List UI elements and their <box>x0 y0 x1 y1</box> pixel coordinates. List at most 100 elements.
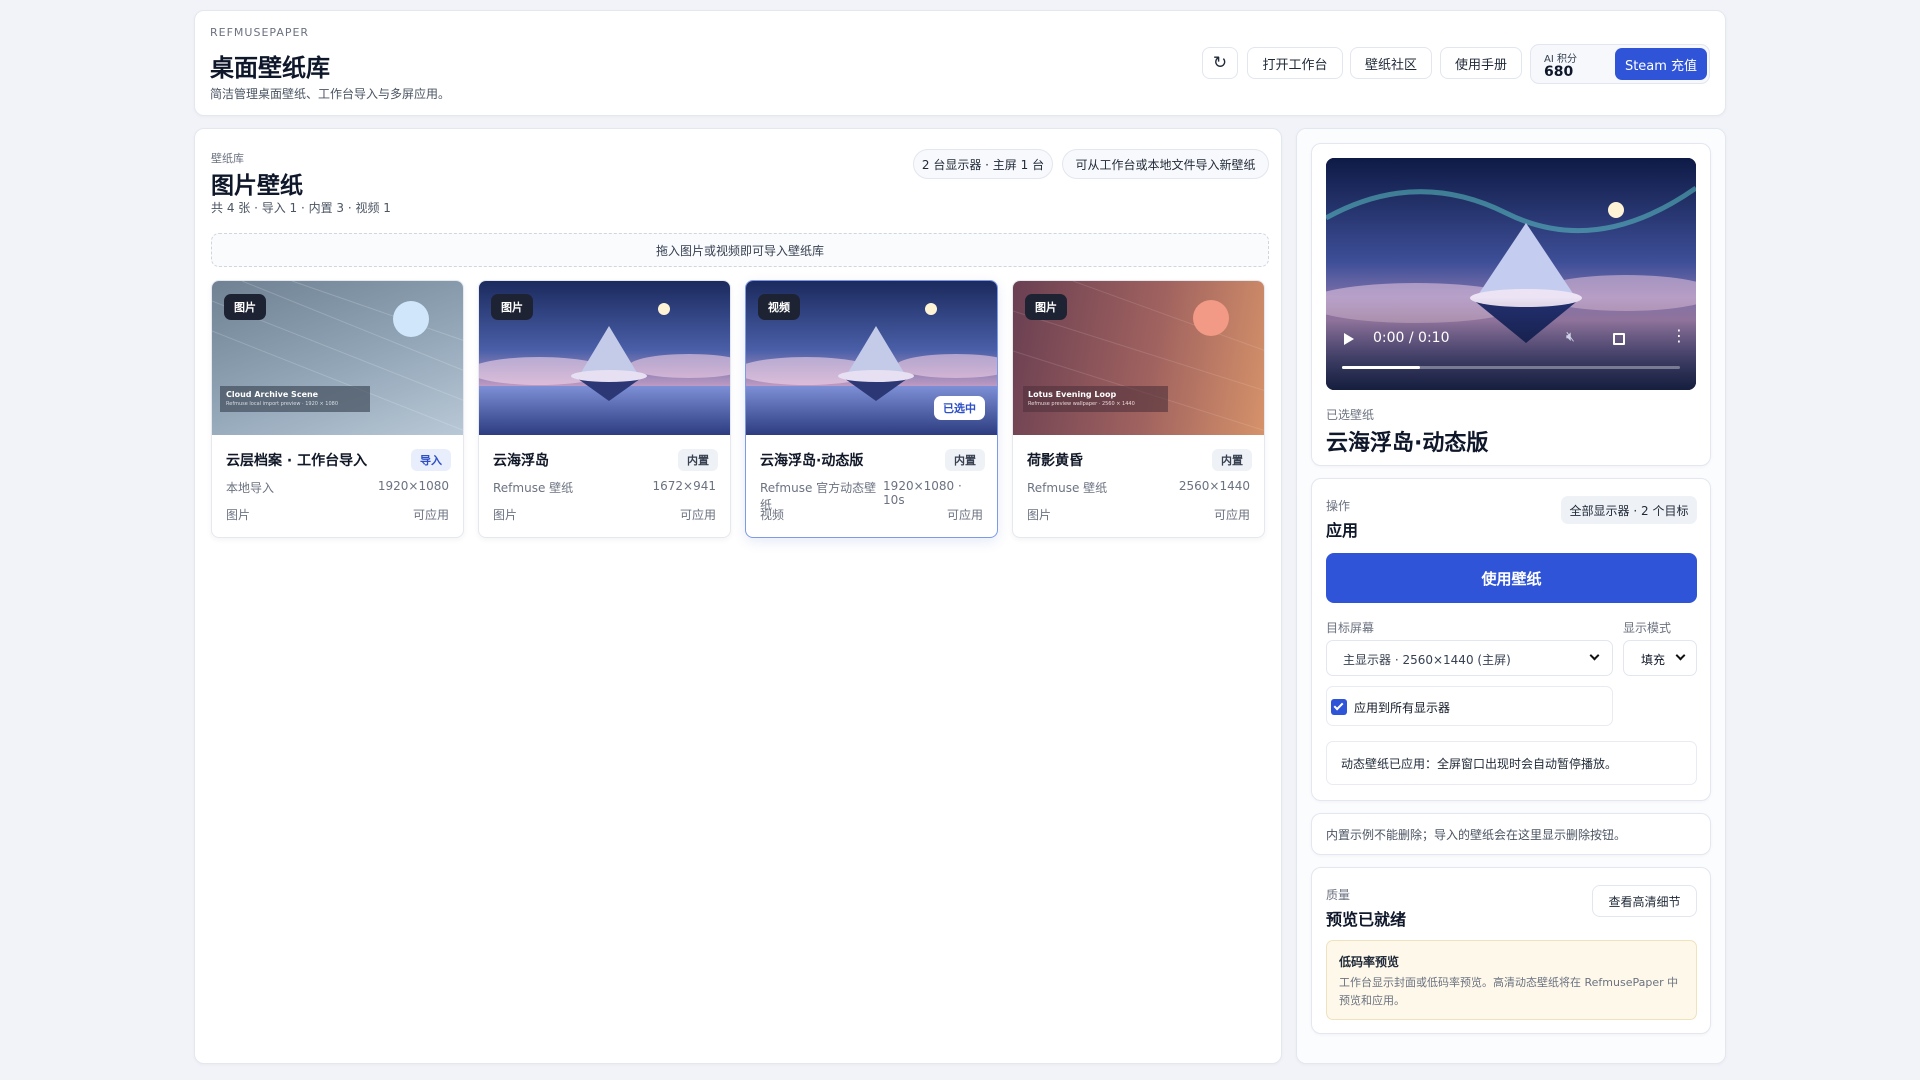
wallpaper-card-cloud-sea-island[interactable]: 图片 云海浮岛 内置 Refmuse 壁纸 1672×941 图片 可应用 <box>478 280 731 538</box>
display-mode-value: 填充 <box>1641 653 1666 667</box>
wallpaper-status: 可应用 <box>946 508 983 522</box>
thumb-subcaption: Refmuse local import preview · 1920 × 10… <box>226 401 339 407</box>
actions-title: 应用 <box>1326 521 1359 540</box>
wallpaper-kind: 图片 <box>1027 508 1052 522</box>
chevron-down-icon <box>1675 650 1686 661</box>
quality-card: 质量 预览已就绪 查看高清细节 低码率预览 工作台显示封面或低码率预览。高清动态… <box>1311 867 1711 1034</box>
wallpaper-title: 云海浮岛·动态版 <box>760 453 864 469</box>
ai-points-label: AI 积分 <box>1544 54 1577 65</box>
library-title: 图片壁纸 <box>211 173 303 199</box>
wallpaper-source: Refmuse 壁纸 <box>1027 481 1108 495</box>
steam-recharge-button[interactable]: Steam 充值 <box>1615 48 1707 80</box>
selected-label: 已选壁纸 <box>1326 408 1375 422</box>
progress-track[interactable] <box>1342 366 1680 369</box>
apply-all-row[interactable]: 应用到所有显示器 <box>1326 686 1613 726</box>
source-tag: 内置 <box>678 449 718 471</box>
ai-points-value: 680 <box>1544 64 1574 80</box>
page-subtitle: 简洁管理桌面壁纸、工作台导入与多屏应用。 <box>210 87 451 101</box>
library-eyebrow: 壁纸库 <box>211 152 244 165</box>
fullscreen-icon[interactable] <box>1613 333 1625 345</box>
library-stats: 共 4 张 · 导入 1 · 内置 3 · 视频 1 <box>211 201 391 215</box>
target-count-pill: 全部显示器 · 2 个目标 <box>1561 496 1697 524</box>
wallpaper-source: 本地导入 <box>226 481 275 495</box>
source-tag: 内置 <box>1212 449 1252 471</box>
low-bitrate-alert: 低码率预览 工作台显示封面或低码率预览。高清动态壁纸将在 RefmusePape… <box>1326 940 1697 1020</box>
selected-badge: 已选中 <box>934 396 985 420</box>
user-manual-button[interactable]: 使用手册 <box>1440 47 1522 79</box>
video-player[interactable]: 0:00 / 0:10 🔇︎ ⋮ <box>1326 158 1696 390</box>
target-screen-value: 主显示器 · 2560×1440 (主屏) <box>1343 653 1511 667</box>
wallpaper-resolution: 1672×941 <box>652 479 717 493</box>
quality-title: 预览已就绪 <box>1326 910 1407 929</box>
import-hint-pill: 可从工作台或本地文件导入新壁纸 <box>1062 149 1269 179</box>
progress-fill <box>1342 366 1420 369</box>
library-panel: 壁纸库 图片壁纸 共 4 张 · 导入 1 · 内置 3 · 视频 1 2 台显… <box>194 128 1282 1064</box>
wallpaper-card-cloud-archive[interactable]: Cloud Archive Scene Refmuse local import… <box>211 280 464 538</box>
dynamic-wallpaper-notice: 动态壁纸已应用：全屏窗口出现时会自动暂停播放。 <box>1326 741 1697 785</box>
wallpaper-status-row: 图片 可应用 <box>1027 506 1250 523</box>
app-header: REFMUSEPAPER 桌面壁纸库 简洁管理桌面壁纸、工作台导入与多屏应用。 … <box>194 10 1726 116</box>
wallpaper-title: 荷影黄昏 <box>1027 453 1083 469</box>
thumb-caption-box: Lotus Evening Loop Refmuse preview wallp… <box>1023 386 1168 412</box>
wallpaper-resolution: 2560×1440 <box>1178 479 1250 493</box>
wallpaper-status: 可应用 <box>412 508 449 522</box>
wallpaper-resolution: 1920×1080 <box>377 479 449 493</box>
video-frame-art <box>1326 158 1696 390</box>
checkmark-icon <box>1333 700 1344 711</box>
display-mode-label: 显示模式 <box>1623 621 1672 635</box>
page-title: 桌面壁纸库 <box>210 54 330 82</box>
view-hd-details-button[interactable]: 查看高清细节 <box>1592 885 1697 917</box>
type-badge: 图片 <box>491 294 533 320</box>
wallpaper-status: 可应用 <box>679 508 716 522</box>
type-badge: 图片 <box>1025 294 1067 320</box>
apply-wallpaper-button[interactable]: 使用壁纸 <box>1326 553 1697 603</box>
wallpaper-status: 可应用 <box>1213 508 1250 522</box>
display-count-pill: 2 台显示器 · 主屏 1 台 <box>913 149 1053 179</box>
open-workbench-button[interactable]: 打开工作台 <box>1247 47 1343 79</box>
wallpaper-community-button[interactable]: 壁纸社区 <box>1350 47 1432 79</box>
alert-body: 工作台显示封面或低码率预览。高清动态壁纸将在 RefmusePaper 中预览和… <box>1339 976 1679 1007</box>
quality-eyebrow: 质量 <box>1326 888 1351 902</box>
chevron-down-icon <box>1589 650 1600 661</box>
import-dropzone[interactable]: 拖入图片或视频即可导入壁纸库 <box>211 233 1269 267</box>
apply-all-label: 应用到所有显示器 <box>1354 701 1451 715</box>
refresh-button[interactable]: ↻ <box>1202 47 1238 79</box>
video-time: 0:00 / 0:10 <box>1373 330 1450 346</box>
wallpaper-kind: 图片 <box>493 508 518 522</box>
thumb-caption: Cloud Archive Scene <box>226 390 319 399</box>
ai-points-box: AI 积分 680 Steam 充值 <box>1530 44 1710 84</box>
type-badge: 图片 <box>224 294 266 320</box>
preview-card: 0:00 / 0:10 🔇︎ ⋮ 已选壁纸 云海浮岛·动态版 <box>1311 143 1711 466</box>
delete-note-card: 内置示例不能删除；导入的壁纸会在这里显示删除按钮。 <box>1311 813 1711 855</box>
play-icon[interactable] <box>1344 333 1354 345</box>
selected-title: 云海浮岛·动态版 <box>1326 431 1489 456</box>
actions-card: 操作 应用 全部显示器 · 2 个目标 使用壁纸 目标屏幕 显示模式 主显示器 … <box>1311 478 1711 801</box>
apply-all-checkbox[interactable] <box>1331 699 1347 715</box>
wallpaper-status-row: 图片 可应用 <box>226 506 449 523</box>
display-mode-select[interactable]: 填充 <box>1623 640 1697 676</box>
wallpaper-meta-row: Refmuse 壁纸 2560×1440 <box>1027 479 1250 496</box>
thumb-caption-box: Cloud Archive Scene Refmuse local import… <box>220 386 370 412</box>
type-badge: 视频 <box>758 294 800 320</box>
target-screen-label: 目标屏幕 <box>1326 621 1375 635</box>
wallpaper-meta-row: 本地导入 1920×1080 <box>226 479 449 496</box>
target-screen-select[interactable]: 主显示器 · 2560×1440 (主屏) <box>1326 640 1613 676</box>
brand-label: REFMUSEPAPER <box>210 26 310 39</box>
more-options-icon[interactable]: ⋮ <box>1671 328 1687 344</box>
source-tag: 内置 <box>945 449 985 471</box>
thumb-subcaption: Refmuse preview wallpaper · 2560 × 1440 <box>1028 401 1135 407</box>
wallpaper-title: 云海浮岛 <box>493 453 549 469</box>
wallpaper-title: 云层档案 · 工作台导入 <box>226 453 368 469</box>
wallpaper-kind: 视频 <box>760 508 785 522</box>
thumb-caption: Lotus Evening Loop <box>1028 390 1117 399</box>
alert-title: 低码率预览 <box>1339 955 1400 969</box>
wallpaper-source: Refmuse 壁纸 <box>493 481 574 495</box>
wallpaper-status-row: 图片 可应用 <box>493 506 716 523</box>
wallpaper-kind: 图片 <box>226 508 251 522</box>
wallpaper-meta-row: Refmuse 壁纸 1672×941 <box>493 479 716 496</box>
wallpaper-card-lotus-evening[interactable]: Lotus Evening Loop Refmuse preview wallp… <box>1012 280 1265 538</box>
mute-icon[interactable]: 🔇︎ <box>1566 329 1575 345</box>
wallpaper-card-cloud-sea-island-animated[interactable]: 已选中 视频 云海浮岛·动态版 内置 Refmuse 官方动态壁纸 1920×1… <box>745 280 998 538</box>
wallpaper-status-row: 视频 可应用 <box>760 506 983 523</box>
refresh-icon: ↻ <box>1212 53 1228 73</box>
